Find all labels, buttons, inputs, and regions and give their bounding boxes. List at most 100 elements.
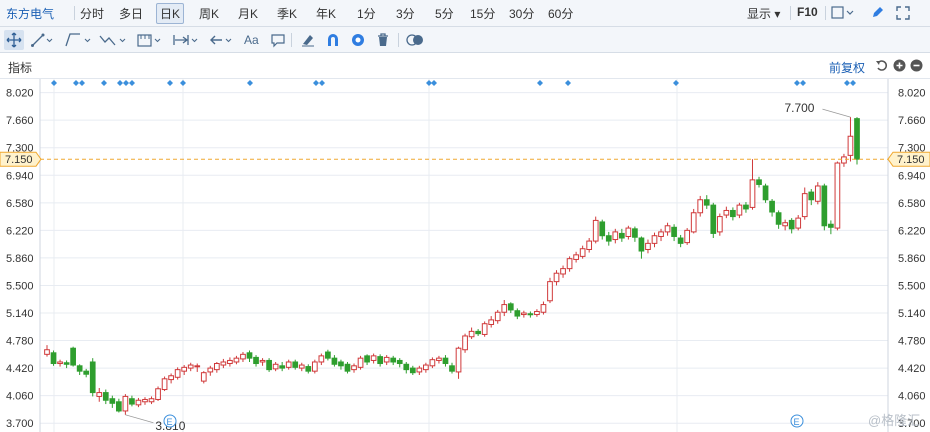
- candle-body[interactable]: [671, 226, 677, 237]
- layout-dropdown[interactable]: [831, 6, 855, 22]
- candle-body[interactable]: [155, 388, 161, 400]
- candle-body[interactable]: [70, 347, 76, 366]
- candle-body[interactable]: [246, 352, 253, 359]
- eraser-tool[interactable]: [300, 30, 316, 50]
- candle-body[interactable]: [586, 240, 593, 250]
- candle-body[interactable]: [625, 227, 632, 237]
- candle-body[interactable]: [521, 312, 527, 316]
- tab-period-5min[interactable]: 5分: [435, 5, 454, 22]
- candle-body[interactable]: [83, 370, 90, 375]
- tab-period-3min[interactable]: 3分: [396, 5, 415, 22]
- candle-body[interactable]: [194, 365, 201, 368]
- comment-tool[interactable]: [270, 30, 286, 50]
- candle-body[interactable]: [462, 335, 468, 351]
- candle-body[interactable]: [187, 364, 194, 369]
- tab-period-intraday[interactable]: 分时: [80, 5, 104, 22]
- candle-body[interactable]: [181, 366, 188, 372]
- candle-body[interactable]: [57, 361, 63, 365]
- candle-body[interactable]: [220, 361, 227, 366]
- candle-body[interactable]: [730, 209, 736, 218]
- candle-body[interactable]: [553, 272, 560, 283]
- candle-body[interactable]: [690, 212, 697, 233]
- candle-body[interactable]: [63, 362, 70, 365]
- candle-body[interactable]: [795, 217, 802, 229]
- candle-body[interactable]: [207, 367, 214, 373]
- candle-body[interactable]: [782, 222, 788, 227]
- candle-body[interactable]: [632, 228, 638, 238]
- candle-body[interactable]: [514, 310, 521, 317]
- candle-body[interactable]: [266, 359, 272, 371]
- visibility-tool[interactable]: [350, 30, 366, 50]
- candle-body[interactable]: [612, 231, 619, 241]
- channel-tool[interactable]: [64, 30, 92, 50]
- candle-body[interactable]: [645, 242, 651, 250]
- candle-body[interactable]: [540, 304, 547, 313]
- wave-tool[interactable]: [98, 30, 128, 50]
- candle-body[interactable]: [142, 398, 148, 403]
- tab-period-yearly[interactable]: 年K: [316, 5, 336, 22]
- candle-body[interactable]: [357, 357, 364, 368]
- candle-body[interactable]: [638, 237, 645, 252]
- candlestick-chart[interactable]: 8.020 8.0207.660 7.6607.300 7.3006.940 6.940…: [0, 79, 930, 432]
- candle-body[interactable]: [455, 347, 462, 373]
- candle-body[interactable]: [109, 398, 116, 404]
- tab-period-monthly[interactable]: 月K: [238, 5, 258, 22]
- f10-button[interactable]: F10: [797, 5, 818, 19]
- candle-body[interactable]: [684, 229, 691, 244]
- candle-body[interactable]: [566, 258, 573, 270]
- candle-body[interactable]: [703, 199, 710, 206]
- candle-body[interactable]: [227, 359, 233, 365]
- candle-body[interactable]: [416, 367, 423, 373]
- candle-body[interactable]: [233, 357, 240, 363]
- candle-body[interactable]: [148, 398, 155, 403]
- tab-period-60min[interactable]: 60分: [548, 5, 573, 22]
- candle-body[interactable]: [403, 363, 410, 371]
- tab-period-weekly[interactable]: 周K: [199, 5, 219, 22]
- candle-body[interactable]: [488, 319, 495, 325]
- candle-body[interactable]: [834, 162, 841, 229]
- candle-body[interactable]: [658, 231, 664, 237]
- candle-body[interactable]: [259, 359, 266, 363]
- tab-period-1min[interactable]: 1分: [357, 5, 376, 22]
- line-tool[interactable]: [30, 30, 54, 50]
- candle-body[interactable]: [762, 185, 769, 201]
- candle-body[interactable]: [168, 375, 174, 381]
- candle-body[interactable]: [534, 310, 540, 316]
- candle-body[interactable]: [821, 185, 828, 227]
- range-tool[interactable]: [172, 30, 202, 50]
- candle-body[interactable]: [292, 361, 299, 368]
- crosshair-tool[interactable]: [4, 30, 24, 50]
- candle-body[interactable]: [213, 363, 220, 371]
- candle-body[interactable]: [436, 357, 442, 361]
- candle-body[interactable]: [599, 221, 606, 237]
- candle-body[interactable]: [475, 330, 481, 335]
- toggle-drawings[interactable]: [405, 30, 425, 50]
- candle-body[interactable]: [801, 193, 808, 218]
- indicator-label[interactable]: 指标: [8, 59, 32, 76]
- draw-pen-button[interactable]: [870, 5, 885, 23]
- candle-body[interactable]: [351, 365, 357, 371]
- candle-body[interactable]: [841, 156, 847, 164]
- candle-body[interactable]: [468, 330, 475, 338]
- delete-tool[interactable]: [375, 30, 391, 50]
- candle-body[interactable]: [298, 364, 305, 369]
- candle-body[interactable]: [279, 365, 286, 369]
- candle-body[interactable]: [592, 219, 599, 242]
- candle-body[interactable]: [677, 237, 684, 244]
- candle-body[interactable]: [501, 304, 508, 313]
- candle-body[interactable]: [769, 200, 775, 213]
- candle-body[interactable]: [710, 204, 717, 234]
- candle-body[interactable]: [429, 359, 436, 367]
- candle-body[interactable]: [364, 355, 370, 363]
- candle-body[interactable]: [697, 199, 704, 214]
- candle-body[interactable]: [383, 356, 390, 363]
- candle-body[interactable]: [305, 366, 312, 372]
- candle-body[interactable]: [618, 232, 625, 239]
- candle-body[interactable]: [481, 323, 488, 335]
- candle-body[interactable]: [756, 179, 762, 185]
- undo-icon[interactable]: [875, 59, 888, 72]
- candle-body[interactable]: [651, 235, 658, 244]
- candle-body[interactable]: [370, 355, 377, 361]
- candle-body[interactable]: [664, 225, 671, 233]
- candle-body[interactable]: [527, 313, 534, 316]
